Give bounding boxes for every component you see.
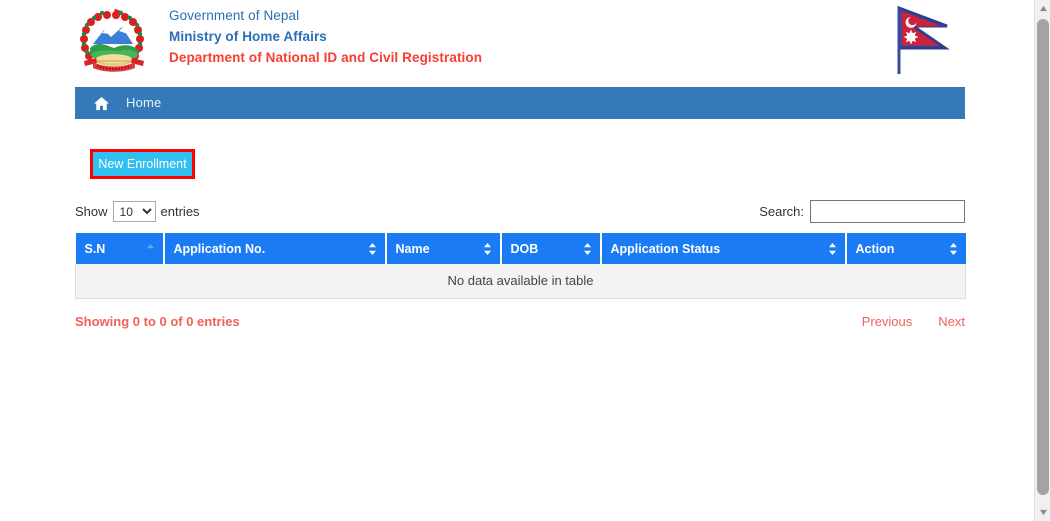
show-entries-label-prefix: Show [75,204,108,219]
table-body: No data available in table [75,264,966,299]
nav-item-home[interactable]: Home [118,94,161,112]
column-header-name[interactable]: Name [385,233,502,264]
column-header-action-label: Action [855,241,895,256]
table-empty-row: No data available in table [75,264,966,299]
search-input[interactable] [810,200,965,223]
column-header-dob[interactable]: DOB [500,233,602,264]
main-navbar: Home [75,87,965,119]
nepal-flag-icon [887,4,965,78]
sort-ascending-icon [146,242,155,256]
nav-item-home-label: Home [126,95,162,110]
datatable-pagination: Previous Next [862,314,965,329]
column-header-application-no-label: Application No. [173,241,266,256]
column-header-dob-label: DOB [510,241,539,256]
gov-title-line-2: Ministry of Home Affairs [169,29,327,44]
search-label: Search: [759,204,804,219]
browser-viewport: Government of Nepal Ministry of Home Aff… [0,0,1034,521]
empty-table-message: No data available in table [75,264,966,299]
datatable-length-control: Show 10 25 50 100 entries [75,201,200,222]
column-header-name-label: Name [395,241,430,256]
home-icon[interactable] [84,96,118,111]
header-title-block: Government of Nepal Ministry of Home Aff… [169,5,482,68]
pagination-next-button[interactable]: Next [938,314,965,329]
sort-both-icon [483,242,492,256]
column-header-sn[interactable]: S.N [75,233,165,264]
column-header-application-no[interactable]: Application No. [163,233,387,264]
sort-both-icon [368,242,377,256]
column-header-application-status-label: Application Status [610,241,721,256]
datatable-info: Showing 0 to 0 of 0 entries [75,314,240,329]
site-header: Government of Nepal Ministry of Home Aff… [75,0,965,85]
sort-both-icon [949,242,958,256]
column-header-action[interactable]: Action [845,233,966,264]
scroll-up-arrow-icon[interactable] [1035,0,1050,17]
show-entries-label-suffix: entries [160,204,200,219]
datatable-search-control: Search: [759,200,965,223]
nepal-emblem-icon [80,6,152,78]
scroll-down-arrow-icon[interactable] [1035,504,1050,521]
sort-both-icon [583,242,592,256]
pagination-previous-button[interactable]: Previous [862,314,913,329]
column-header-sn-label: S.N [84,241,106,256]
table-header-row: S.N Application No. Name DOB Application… [75,233,966,264]
entries-per-page-select[interactable]: 10 25 50 100 [112,201,156,222]
gov-title-line-1: Government of Nepal [169,8,300,23]
sort-both-icon [828,242,837,256]
vertical-scrollbar[interactable] [1034,0,1050,521]
enrollment-table: S.N Application No. Name DOB Application… [75,233,966,299]
column-header-application-status[interactable]: Application Status [600,233,847,264]
new-enrollment-button[interactable]: New Enrollment [93,152,192,176]
page-root: Government of Nepal Ministry of Home Aff… [0,0,1050,521]
scrollbar-thumb[interactable] [1037,19,1049,495]
gov-title-line-3: Department of National ID and Civil Regi… [169,50,483,65]
